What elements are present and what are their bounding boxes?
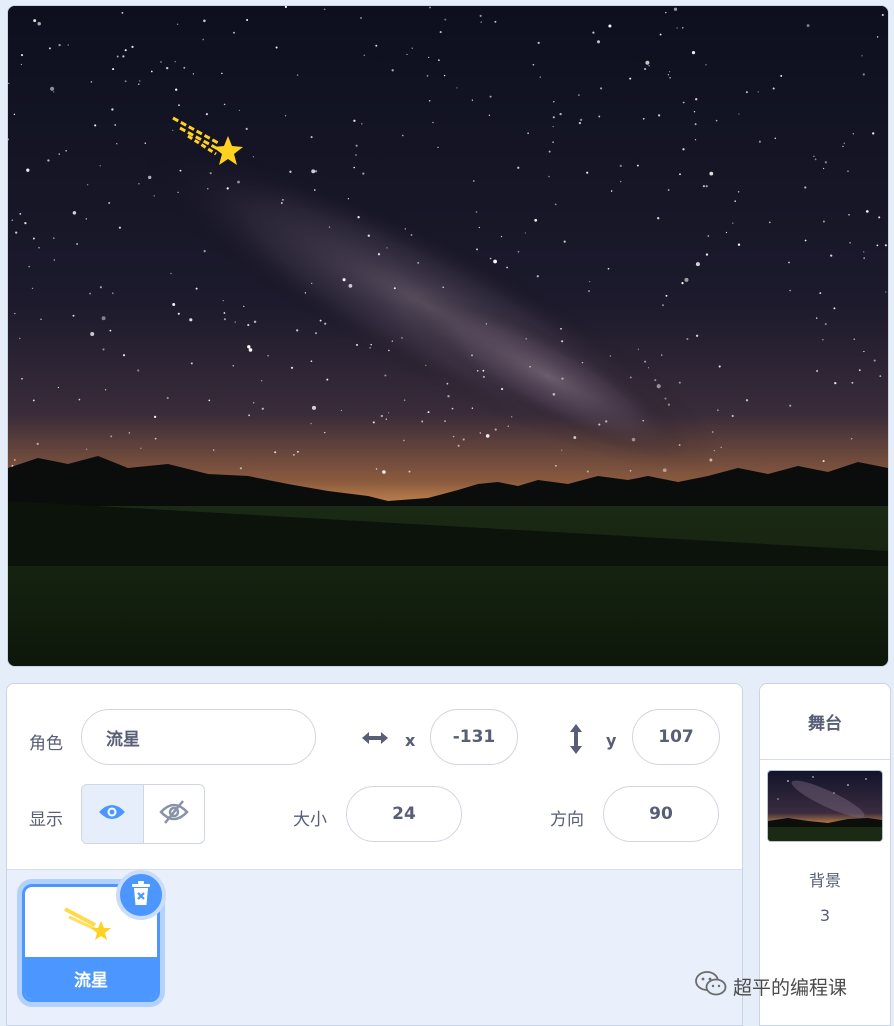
stage-canvas[interactable] (7, 5, 889, 667)
sprite-tile-name: 流星 (25, 957, 157, 999)
size-label: 大小 (293, 810, 327, 830)
direction-label: 方向 (550, 810, 584, 830)
show-label: 显示 (29, 810, 63, 830)
backdrop-count: 3 (819, 906, 831, 925)
size-input[interactable]: 24 (346, 786, 462, 842)
sprite-info-panel: 角色 流星 x -131 y 107 显示 大小 24 方向 90 (7, 684, 742, 870)
stage-title: 舞台 (760, 684, 890, 760)
eye-icon (98, 803, 126, 825)
sprite-name-input[interactable]: 流星 (81, 709, 316, 765)
y-label: y (606, 731, 617, 750)
y-position-input[interactable]: 107 (632, 709, 720, 765)
sprite-pane: 角色 流星 x -131 y 107 显示 大小 24 方向 90 流星 (6, 683, 743, 1026)
backdrop-label: 背景 (808, 871, 841, 890)
hide-button[interactable] (144, 785, 205, 843)
show-button[interactable] (82, 785, 144, 843)
delete-sprite-button[interactable] (116, 870, 166, 920)
watermark-text: 超平的编程课 (733, 977, 848, 999)
watermark: 超平的编程课 (695, 970, 847, 1003)
direction-input[interactable]: 90 (603, 786, 719, 842)
stage-backdrop (8, 6, 888, 666)
x-label: x (405, 731, 416, 750)
sprite-label: 角色 (29, 734, 63, 754)
x-position-input[interactable]: -131 (430, 709, 518, 765)
trash-icon (130, 880, 152, 910)
stage-thumbnail[interactable] (767, 770, 883, 842)
vertical-arrows-icon (565, 722, 587, 756)
visibility-toggle (81, 784, 205, 844)
horizontal-arrows-icon (359, 724, 391, 752)
wechat-icon (695, 970, 727, 1003)
eye-slash-icon (159, 799, 189, 829)
